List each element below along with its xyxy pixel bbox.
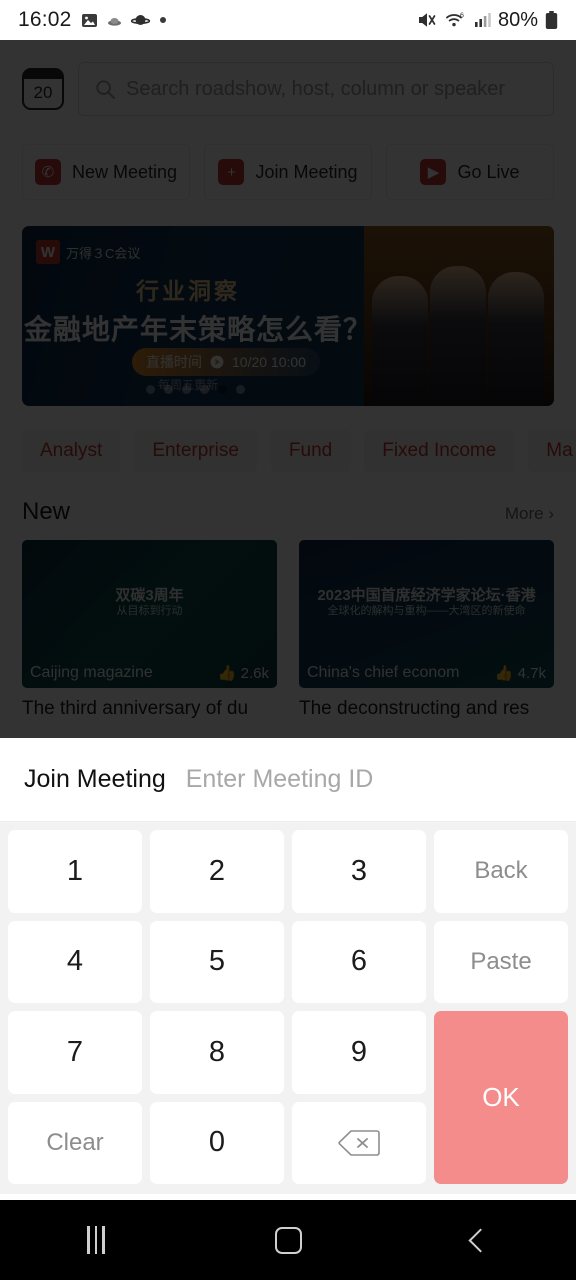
status-bar-left: 16:02 bbox=[18, 8, 167, 32]
key-1[interactable]: 1 bbox=[8, 830, 142, 913]
key-3[interactable]: 3 bbox=[292, 830, 426, 913]
cellular-signal-icon bbox=[474, 12, 491, 29]
battery-icon bbox=[545, 10, 558, 30]
dot-icon bbox=[159, 16, 167, 24]
cloud-icon bbox=[107, 15, 122, 26]
back-button[interactable] bbox=[384, 1227, 576, 1253]
join-meeting-header: Join Meeting Enter Meeting ID bbox=[0, 738, 576, 822]
meeting-id-input[interactable]: Enter Meeting ID bbox=[186, 765, 374, 794]
join-meeting-sheet: Join Meeting Enter Meeting ID 1 2 3 Back… bbox=[0, 738, 576, 1200]
key-ok[interactable]: OK bbox=[434, 1011, 568, 1184]
key-7[interactable]: 7 bbox=[8, 1011, 142, 1094]
recents-button[interactable] bbox=[0, 1226, 192, 1254]
recents-icon bbox=[87, 1226, 105, 1254]
key-8[interactable]: 8 bbox=[150, 1011, 284, 1094]
key-6[interactable]: 6 bbox=[292, 920, 426, 1003]
join-meeting-title: Join Meeting bbox=[24, 765, 166, 793]
key-0[interactable]: 0 bbox=[150, 1101, 284, 1184]
status-bar-clock: 16:02 bbox=[18, 8, 72, 31]
key-5[interactable]: 5 bbox=[150, 920, 284, 1003]
wifi-6-icon: 6 bbox=[445, 11, 467, 29]
home-button[interactable] bbox=[192, 1226, 384, 1254]
key-backspace[interactable] bbox=[292, 1101, 426, 1184]
numeric-keypad: 1 2 3 Back 4 5 6 Paste 7 8 9 OK Clear 0 bbox=[0, 822, 576, 1194]
status-bar: 16:02 6 80% bbox=[0, 0, 576, 40]
key-2[interactable]: 2 bbox=[150, 830, 284, 913]
phone-screen: 16:02 6 80% Join Meeting Enter Meeting I… bbox=[0, 0, 576, 1280]
saturn-icon bbox=[130, 13, 150, 28]
key-back[interactable]: Back bbox=[434, 830, 568, 913]
status-bar-right: 6 80% bbox=[417, 9, 558, 32]
battery-percent-label: 80% bbox=[497, 8, 538, 31]
backspace-icon bbox=[338, 1129, 380, 1157]
key-paste[interactable]: Paste bbox=[434, 920, 568, 1003]
key-9[interactable]: 9 bbox=[292, 1011, 426, 1094]
key-clear[interactable]: Clear bbox=[8, 1101, 142, 1184]
back-chevron-icon bbox=[467, 1227, 493, 1253]
android-nav-bar bbox=[0, 1200, 576, 1280]
svg-text:6: 6 bbox=[460, 13, 464, 20]
image-icon bbox=[81, 12, 98, 29]
mute-icon bbox=[417, 11, 438, 29]
home-icon bbox=[274, 1226, 302, 1254]
key-4[interactable]: 4 bbox=[8, 920, 142, 1003]
